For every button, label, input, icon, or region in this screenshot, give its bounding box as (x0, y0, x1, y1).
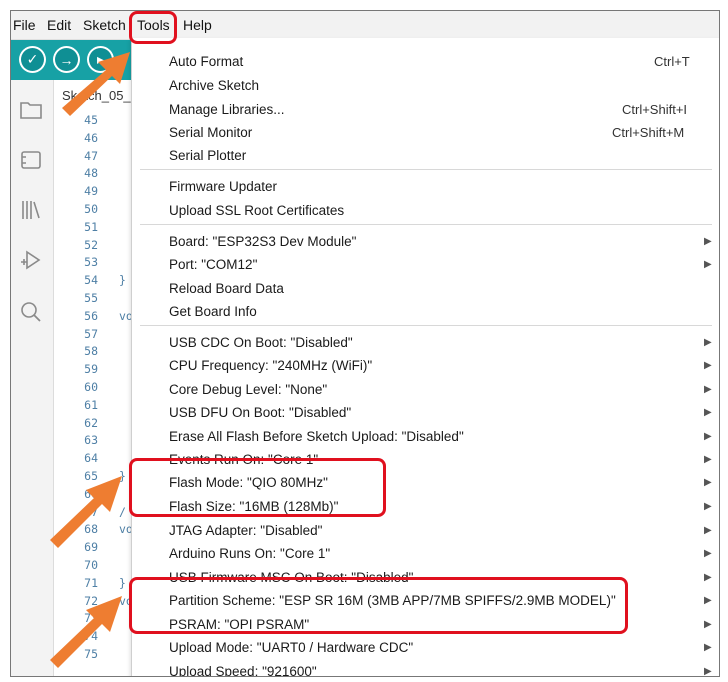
submenu-arrow-icon: ▶ (704, 666, 712, 677)
flash-settings-highlight-box (129, 458, 386, 517)
orange-arrow-icon (50, 476, 122, 548)
menu-item-usb-cdc-on-boot[interactable]: USB CDC On Boot: "Disabled" (169, 335, 353, 350)
line-number: 54 (84, 273, 98, 288)
line-number: 47 (84, 148, 98, 163)
submenu-arrow-icon: ▶ (704, 477, 712, 488)
shortcut-serial-monitor: Ctrl+Shift+M (612, 125, 685, 140)
menu-edit[interactable]: Edit (47, 17, 71, 33)
line-number: 59 (84, 362, 98, 377)
menu-item-serial-plotter[interactable]: Serial Plotter (169, 148, 246, 163)
menu-item-reload-board-data[interactable]: Reload Board Data (169, 281, 284, 296)
line-number: 49 (84, 184, 98, 199)
tools-highlight-box (129, 11, 177, 44)
verify-button[interactable]: ✓ (19, 46, 46, 73)
debug-icon[interactable] (19, 248, 43, 272)
line-number: 64 (84, 451, 98, 466)
line-number: 56 (84, 308, 98, 323)
orange-arrow-icon (62, 52, 130, 116)
menu-item-archive-sketch[interactable]: Archive Sketch (169, 78, 259, 93)
line-number: 61 (84, 397, 98, 412)
folder-icon[interactable] (19, 98, 43, 122)
line-number: 48 (84, 166, 98, 181)
line-number: 50 (84, 202, 98, 216)
line-number: 53 (84, 255, 98, 270)
board-icon[interactable] (19, 148, 43, 172)
menu-item-erase-all-flash[interactable]: Erase All Flash Before Sketch Upload: "D… (169, 429, 464, 444)
shortcut-auto-format: Ctrl+T (654, 54, 690, 69)
menu-separator (140, 224, 712, 225)
line-number: 52 (84, 237, 98, 252)
submenu-arrow-icon: ▶ (704, 259, 712, 270)
line-number: 46 (84, 130, 98, 145)
menu-item-firmware-updater[interactable]: Firmware Updater (169, 179, 277, 194)
line-number: 51 (84, 219, 98, 234)
menu-item-upload-ssl[interactable]: Upload SSL Root Certificates (169, 203, 344, 218)
menu-bar: File Edit Sketch Tools Help (11, 11, 719, 40)
menu-sketch[interactable]: Sketch (83, 17, 126, 33)
partition-psram-highlight-box (129, 577, 628, 634)
line-number: 70 (84, 558, 98, 572)
menu-item-get-board-info[interactable]: Get Board Info (169, 304, 257, 319)
menu-separator (140, 169, 712, 170)
submenu-arrow-icon: ▶ (704, 360, 712, 371)
submenu-arrow-icon: ▶ (704, 236, 712, 247)
line-number: 55 (84, 291, 98, 305)
submenu-arrow-icon: ▶ (704, 501, 712, 512)
shortcut-manage-libraries: Ctrl+Shift+I (622, 102, 688, 117)
submenu-arrow-icon: ▶ (704, 337, 712, 348)
submenu-arrow-icon: ▶ (704, 548, 712, 559)
line-number: 63 (84, 433, 98, 448)
library-icon[interactable] (19, 198, 43, 222)
menu-item-jtag-adapter[interactable]: JTAG Adapter: "Disabled" (169, 523, 322, 538)
menu-item-serial-monitor[interactable]: Serial Monitor (169, 125, 252, 140)
submenu-arrow-icon: ▶ (704, 595, 712, 606)
menu-item-port[interactable]: Port: "COM12" (169, 257, 257, 272)
menu-item-upload-mode[interactable]: Upload Mode: "UART0 / Hardware CDC" (169, 640, 413, 655)
submenu-arrow-icon: ▶ (704, 454, 712, 465)
line-number: 62 (84, 415, 98, 430)
menu-item-core-debug-level[interactable]: Core Debug Level: "None" (169, 382, 327, 397)
menu-item-arduino-runs-on[interactable]: Arduino Runs On: "Core 1" (169, 546, 330, 561)
menu-item-cpu-frequency[interactable]: CPU Frequency: "240MHz (WiFi)" (169, 358, 372, 373)
submenu-arrow-icon: ▶ (704, 431, 712, 442)
line-number: 57 (84, 326, 98, 341)
submenu-arrow-icon: ▶ (704, 572, 712, 583)
orange-arrow-icon (50, 596, 122, 668)
menu-item-manage-libraries[interactable]: Manage Libraries... (169, 102, 285, 117)
line-number: 60 (84, 380, 98, 394)
submenu-arrow-icon: ▶ (704, 384, 712, 395)
menu-separator (140, 325, 712, 326)
submenu-arrow-icon: ▶ (704, 619, 712, 630)
submenu-arrow-icon: ▶ (704, 525, 712, 536)
submenu-arrow-icon: ▶ (704, 407, 712, 418)
submenu-arrow-icon: ▶ (704, 642, 712, 653)
menu-help[interactable]: Help (183, 17, 212, 33)
line-number: 58 (84, 344, 98, 359)
code-line: } (119, 273, 126, 288)
menu-file[interactable]: File (13, 17, 36, 33)
menu-item-upload-speed[interactable]: Upload Speed: "921600" (169, 664, 317, 676)
menu-item-usb-dfu-on-boot[interactable]: USB DFU On Boot: "Disabled" (169, 405, 351, 420)
menu-item-auto-format[interactable]: Auto Format (169, 54, 243, 69)
menu-item-board[interactable]: Board: "ESP32S3 Dev Module" (169, 234, 356, 249)
search-icon[interactable] (19, 300, 43, 324)
check-icon: ✓ (21, 48, 44, 71)
